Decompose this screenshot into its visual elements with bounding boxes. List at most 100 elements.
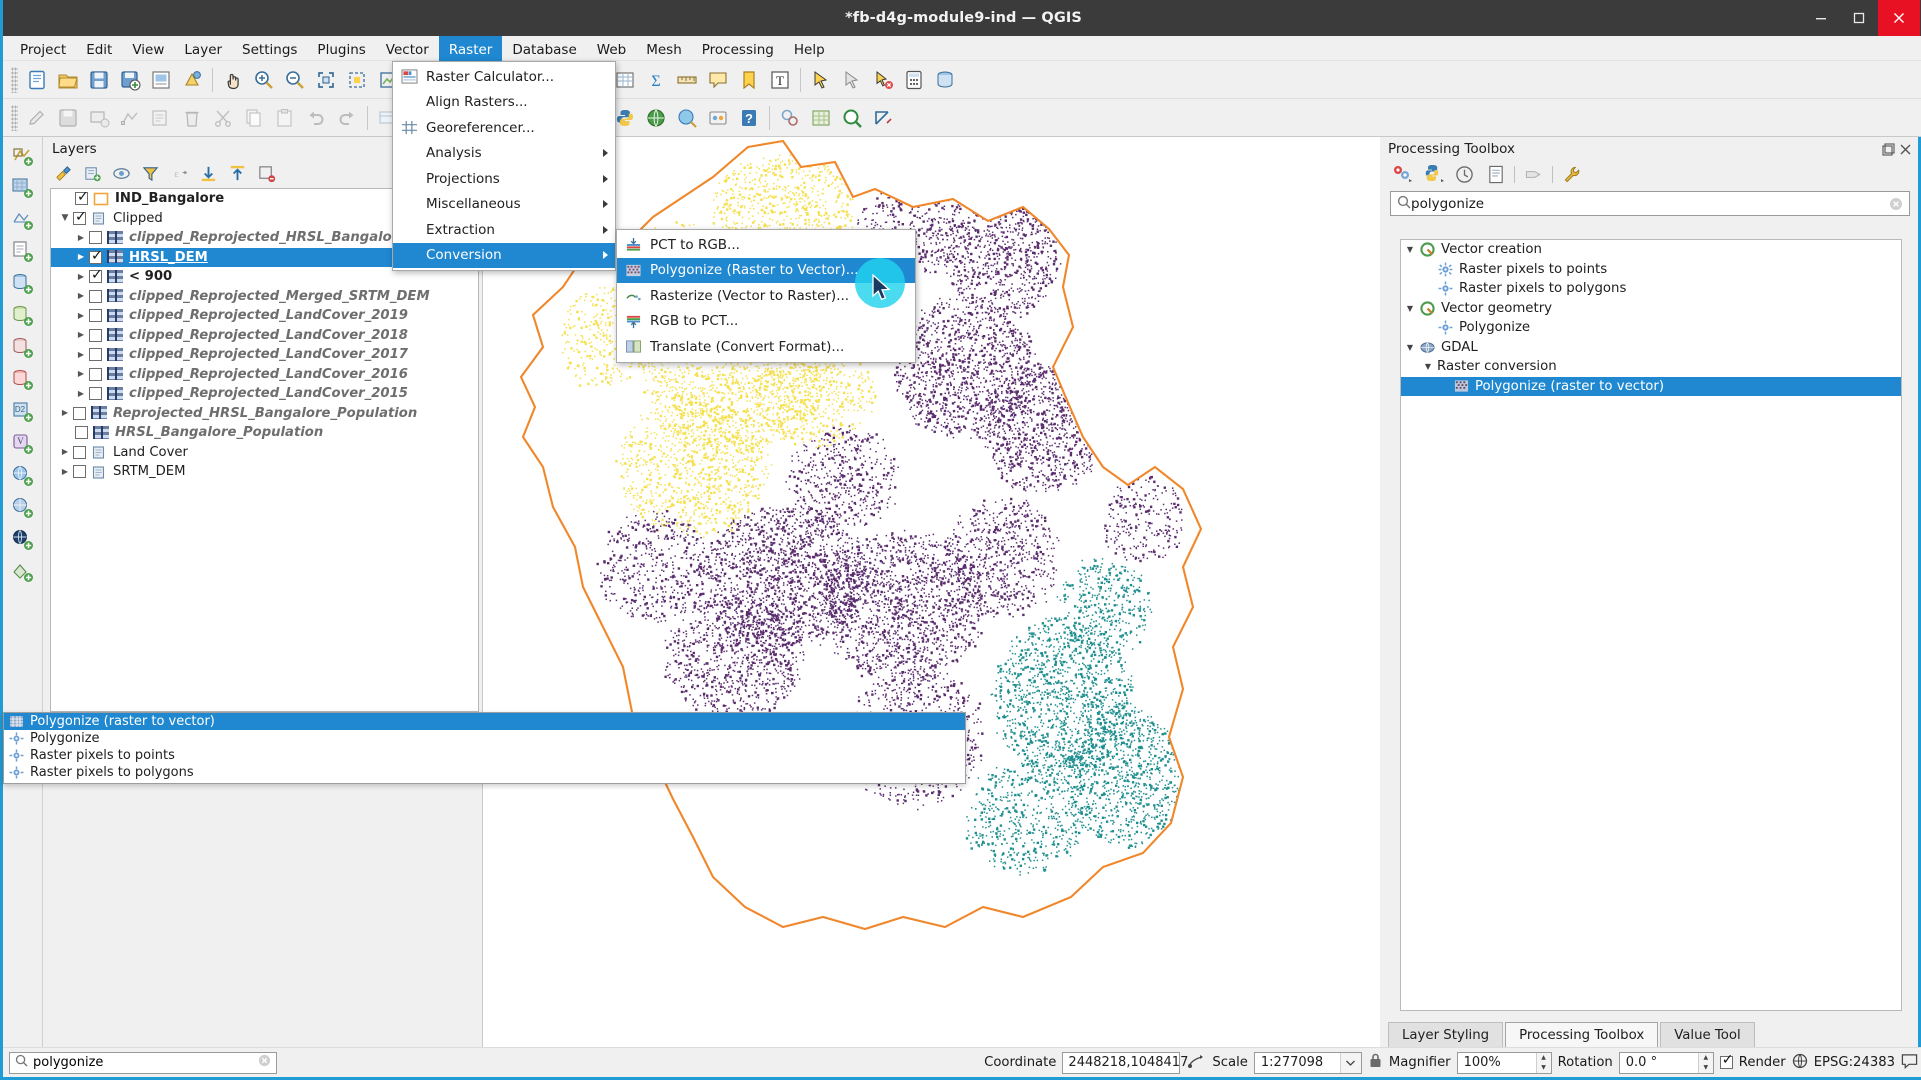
menu-item-conversion[interactable]: Conversion <box>393 243 615 269</box>
layer-visibility-checkbox[interactable] <box>89 368 102 381</box>
crs-globe-icon[interactable] <box>1792 1053 1808 1073</box>
toggle-editing-icon[interactable] <box>22 103 52 133</box>
save-project-as-icon[interactable] <box>115 65 145 95</box>
layer-row-landcover-2018[interactable]: clipped_Reprojected_LandCover_2018 <box>51 326 478 346</box>
options-wrench-icon[interactable] <box>1559 162 1584 186</box>
locator-search-icon[interactable] <box>837 103 867 133</box>
menu-item-miscellaneous[interactable]: Miscellaneous <box>393 192 615 218</box>
chevron-down-icon[interactable] <box>1340 1053 1361 1073</box>
layer-visibility-checkbox[interactable] <box>89 270 102 283</box>
undock-panel-icon[interactable] <box>1882 143 1895 156</box>
layer-row-landcover-2015[interactable]: clipped_Reprojected_LandCover_2015 <box>51 384 478 404</box>
menu-database[interactable]: Database <box>502 36 586 61</box>
add-wcs-layer-icon[interactable] <box>8 493 38 523</box>
filter-legend-by-expression-icon[interactable]: ε <box>166 161 192 185</box>
tab-value-tool[interactable]: Value Tool <box>1660 1022 1755 1047</box>
coordinate-field[interactable]: 2448218,1048417 <box>1062 1052 1180 1074</box>
menu-vector[interactable]: Vector <box>376 36 439 61</box>
redo-icon[interactable] <box>332 103 362 133</box>
rotation-stepper[interactable]: ▲ ▼ <box>1698 1053 1713 1073</box>
open-layer-styling-panel-icon[interactable] <box>50 161 76 185</box>
processing-search-input[interactable] <box>1411 196 1889 212</box>
stepper-down-icon[interactable]: ▼ <box>1537 1063 1551 1073</box>
layer-row-hrsl-bangalore-population[interactable]: HRSL_Bangalore_Population <box>51 423 478 443</box>
submenu-item-rgb-to-pct[interactable]: RGB to PCT... <box>617 309 915 335</box>
algorithm-result-row[interactable]: Polygonize (raster to vector) <box>4 713 965 730</box>
layer-visibility-checkbox[interactable] <box>89 251 102 264</box>
processing-algorithms-tree[interactable]: ▼ Vector creation Raster pixels to point… <box>1400 239 1902 1011</box>
menu-project[interactable]: Project <box>10 36 76 61</box>
locator-search-box[interactable] <box>9 1052 277 1074</box>
new-bookmark-icon[interactable] <box>734 65 764 95</box>
scale-combo[interactable]: 1:277098 <box>1254 1052 1362 1074</box>
add-wms-layer-icon[interactable] <box>8 461 38 491</box>
algorithm-result-row[interactable]: Raster pixels to polygons <box>4 764 965 781</box>
results-viewer-icon[interactable] <box>1483 162 1508 186</box>
rotation-spinbox[interactable]: 0.0 ° ▲ ▼ <box>1619 1052 1714 1074</box>
deselect-features-icon[interactable] <box>837 65 867 95</box>
group-expander[interactable] <box>57 213 73 223</box>
edit-features-tag-icon[interactable] <box>1521 162 1546 186</box>
layer-visibility-checkbox[interactable] <box>75 426 88 439</box>
menu-item-extraction[interactable]: Extraction <box>393 217 615 243</box>
menu-item-raster-calculator[interactable]: Raster Calculator... <box>393 64 615 90</box>
layer-row-merged-srtm-dem[interactable]: clipped_Reprojected_Merged_SRTM_DEM <box>51 287 478 307</box>
layer-visibility-checkbox[interactable] <box>73 407 86 420</box>
select-by-expression-icon[interactable] <box>868 65 898 95</box>
data-source-manager-icon[interactable] <box>930 65 960 95</box>
add-postgis-layer-icon[interactable] <box>8 269 38 299</box>
layer-visibility-checkbox[interactable] <box>89 329 102 342</box>
zoom-out-icon[interactable] <box>280 65 310 95</box>
pan-map-icon[interactable] <box>218 65 248 95</box>
layer-expander[interactable] <box>57 408 73 418</box>
magnifier-stepper[interactable]: ▲ ▼ <box>1536 1053 1551 1073</box>
layer-visibility-checkbox[interactable] <box>89 348 102 361</box>
lock-scale-icon[interactable] <box>1368 1052 1383 1073</box>
add-vector-tile-layer-icon[interactable] <box>8 557 38 587</box>
raster-menu-dropdown[interactable]: Raster Calculator... Align Rasters... Ge… <box>392 61 616 271</box>
layer-row-landcover-2016[interactable]: clipped_Reprojected_LandCover_2016 <box>51 365 478 385</box>
python-scripts-icon[interactable] <box>1421 162 1446 186</box>
manage-map-themes-icon[interactable] <box>108 161 134 185</box>
menu-processing[interactable]: Processing <box>692 36 784 61</box>
tree-group-gdal[interactable]: ▼ GDAL <box>1401 338 1901 358</box>
tree-group-raster-conversion[interactable]: ▼ Raster conversion <box>1401 357 1901 377</box>
add-oracle-layer-icon[interactable] <box>8 365 38 395</box>
layer-visibility-checkbox[interactable] <box>89 309 102 322</box>
layer-expander[interactable] <box>73 233 89 243</box>
tab-processing-toolbox[interactable]: Processing Toolbox <box>1505 1022 1658 1047</box>
menu-item-projections[interactable]: Projections <box>393 166 615 192</box>
qgis-resource-sharing-icon[interactable] <box>703 103 733 133</box>
layer-expander[interactable] <box>73 252 89 262</box>
render-checkbox[interactable] <box>1720 1056 1733 1069</box>
filter-legend-by-map-content-icon[interactable] <box>137 161 163 185</box>
menu-layer[interactable]: Layer <box>174 36 232 61</box>
remove-layer-icon[interactable] <box>253 161 279 185</box>
tree-item-raster-pixels-to-polygons[interactable]: Raster pixels to polygons <box>1401 279 1901 299</box>
submenu-item-pct-to-rgb[interactable]: PCT to RGB... <box>617 232 915 258</box>
menu-settings[interactable]: Settings <box>232 36 307 61</box>
menu-raster[interactable]: Raster <box>439 36 503 61</box>
undo-icon[interactable] <box>301 103 331 133</box>
locator-search-input[interactable] <box>33 1055 253 1070</box>
layer-expander[interactable] <box>73 330 89 340</box>
group-expander[interactable] <box>57 467 73 477</box>
statistical-summary-icon[interactable]: Σ <box>641 65 671 95</box>
add-group-icon[interactable] <box>79 161 105 185</box>
menu-view[interactable]: View <box>122 36 174 61</box>
expander-open-icon[interactable]: ▼ <box>1401 245 1419 254</box>
delete-selected-icon[interactable] <box>177 103 207 133</box>
zoom-in-icon[interactable] <box>249 65 279 95</box>
menu-mesh[interactable]: Mesh <box>636 36 692 61</box>
stepper-down-icon[interactable]: ▼ <box>1699 1063 1713 1073</box>
style-manager-icon[interactable] <box>177 65 207 95</box>
add-delimited-text-layer-icon[interactable] <box>8 237 38 267</box>
save-project-icon[interactable] <box>84 65 114 95</box>
layer-visibility-checkbox[interactable] <box>89 290 102 303</box>
add-wfs-layer-left-icon[interactable] <box>8 525 38 555</box>
history-clock-icon[interactable] <box>1452 162 1477 186</box>
minimize-button[interactable] <box>1802 0 1840 36</box>
collapse-all-icon[interactable] <box>224 161 250 185</box>
save-layer-edits-icon[interactable] <box>53 103 83 133</box>
georeferencer-toolbar-icon[interactable] <box>806 103 836 133</box>
